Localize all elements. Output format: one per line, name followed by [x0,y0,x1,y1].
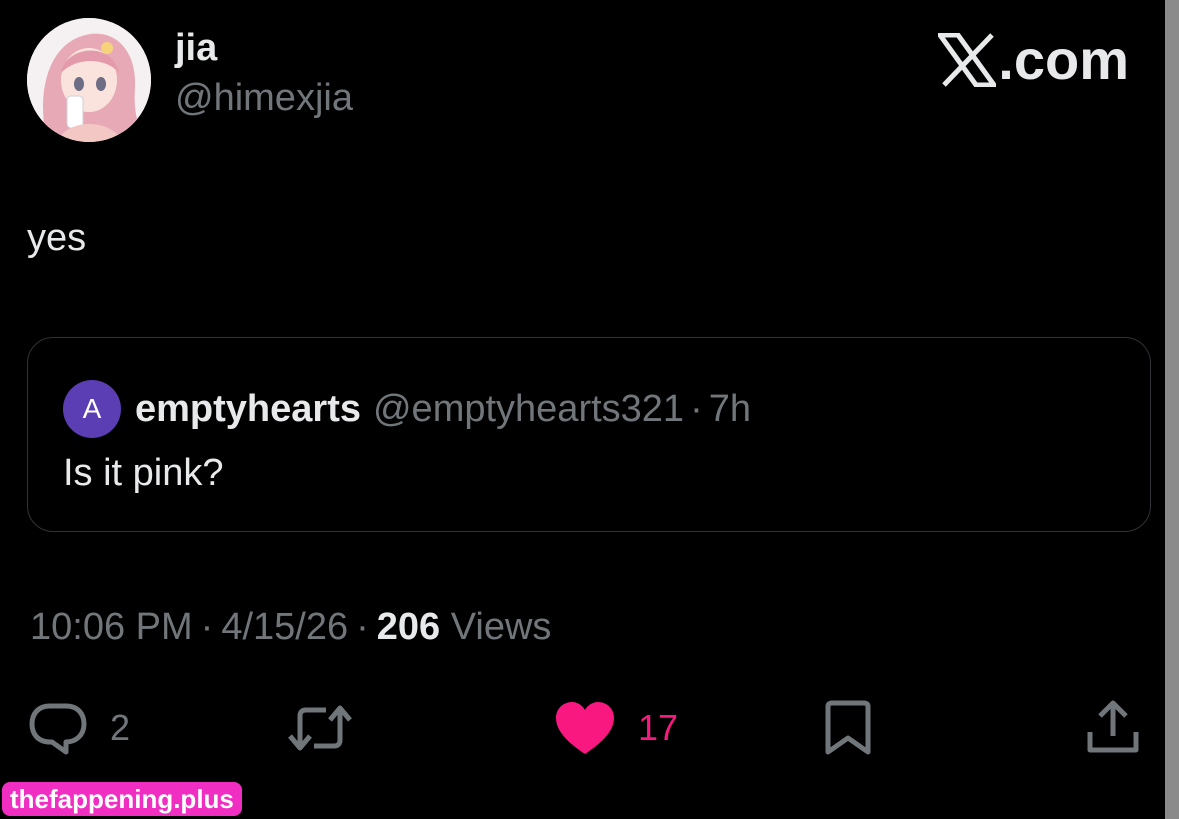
meta-separator: · [200,606,214,648]
reply-icon [29,703,87,755]
quoted-author-handle[interactable]: @emptyhearts321 [373,388,684,431]
reply-button[interactable]: 2 [28,698,130,758]
meta-separator: · [356,606,369,648]
scrollbar[interactable] [1165,0,1179,819]
like-button[interactable]: 17 [554,698,678,758]
tweet-text: yes [27,217,87,259]
quoted-author-name[interactable]: emptyhearts [135,388,361,431]
quoted-tweet-text: Is it pink? [63,452,224,494]
reply-count: 2 [110,707,131,748]
quoted-time[interactable]: 7h [709,388,751,431]
views-count: 206 [376,606,441,648]
tweet-meta: 10:06 PM · 4/15/26 · 206 Views [30,604,551,650]
anime-avatar-icon [27,18,151,142]
brand-suffix: .com [998,28,1129,91]
share-icon [1087,700,1139,753]
repost-button[interactable] [286,698,354,758]
brand-logo: .com [938,30,1129,90]
author-avatar[interactable] [27,18,151,142]
quoted-tweet-header: A emptyhearts @emptyhearts321 · 7h [63,380,751,438]
bookmark-icon [825,700,871,755]
views-label: Views [450,606,552,648]
author-handle[interactable]: @himexjia [175,76,353,120]
bookmark-button[interactable] [822,698,874,758]
x-logo-icon [938,33,997,87]
heart-icon [556,702,614,754]
tweet-date[interactable]: 4/15/26 [221,606,348,648]
watermark: thefappening.plus [2,782,242,816]
repost-icon [288,705,352,751]
tweet-time[interactable]: 10:06 PM [30,606,193,648]
author-display-name[interactable]: jia [175,26,217,70]
quoted-separator: · [690,387,703,430]
like-count: 17 [638,707,679,748]
quoted-tweet-card[interactable]: A emptyhearts @emptyhearts321 · 7h Is it… [27,337,1151,532]
share-button[interactable] [1086,698,1140,758]
quoted-author-avatar[interactable]: A [63,380,121,438]
